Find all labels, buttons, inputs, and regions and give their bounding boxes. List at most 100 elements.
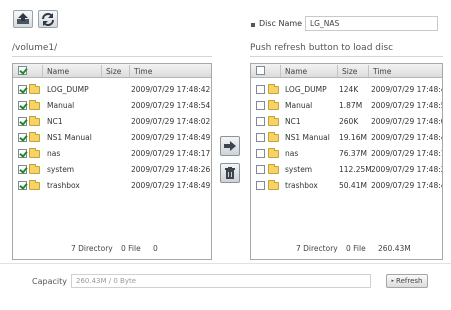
file-time: 2009/07/29 17:48:26 <box>131 165 211 174</box>
file-size: 76.37M <box>339 149 367 158</box>
folder-icon <box>268 84 279 94</box>
file-time: 2009/07/29 17:48:54 <box>371 101 443 110</box>
right-dir-count: 7 Directory <box>296 244 338 253</box>
left-table-header: Name Size Time <box>13 64 211 78</box>
row-checkbox[interactable] <box>18 85 27 94</box>
file-size: 124K <box>339 85 359 94</box>
refresh-bullet-icon: ▸ <box>391 278 395 284</box>
file-time: 2009/07/29 17:48:02 <box>371 117 443 126</box>
file-name: trashbox <box>47 181 80 190</box>
table-row[interactable]: trashbox 50.41M 2009/07/29 17:48:49 <box>251 178 442 193</box>
bottom-divider <box>0 263 451 264</box>
disc-name-label: Disc Name <box>259 19 303 28</box>
file-name: LOG_DUMP <box>285 85 327 94</box>
table-row[interactable]: trashbox 2009/07/29 17:48:49 <box>13 178 211 193</box>
delete-button[interactable] <box>220 163 240 183</box>
left-file-count: 0 File <box>121 244 141 253</box>
copy-to-disc-button[interactable] <box>220 136 240 156</box>
table-row[interactable]: system 2009/07/29 17:48:26 <box>13 162 211 177</box>
right-select-all-checkbox[interactable] <box>256 66 265 75</box>
row-checkbox[interactable] <box>256 85 265 94</box>
file-name: system <box>285 165 313 174</box>
folder-icon <box>268 116 279 126</box>
table-row[interactable]: NS1 Manual 2009/07/29 17:48:49 <box>13 130 211 145</box>
file-size: 19.16M <box>339 133 367 142</box>
left-col-name[interactable]: Name <box>47 67 69 76</box>
trash-icon <box>225 167 235 179</box>
file-name: Manual <box>285 101 313 110</box>
folder-icon <box>268 132 279 142</box>
row-checkbox[interactable] <box>256 133 265 142</box>
table-row[interactable]: Manual 1.87M 2009/07/29 17:48:54 <box>251 98 442 113</box>
row-checkbox[interactable] <box>18 101 27 110</box>
row-checkbox[interactable] <box>18 149 27 158</box>
sync-button[interactable] <box>38 10 58 28</box>
file-size: 112.25M <box>339 165 372 174</box>
table-row[interactable]: nas 76.37M 2009/07/29 17:48:17 <box>251 146 442 161</box>
left-path: /volume1/ <box>12 43 58 53</box>
left-select-all-checkbox[interactable] <box>18 66 27 75</box>
folder-icon <box>29 100 40 110</box>
file-name: NS1 Manual <box>285 133 330 142</box>
folder-icon <box>29 132 40 142</box>
row-checkbox[interactable] <box>256 165 265 174</box>
right-total-size: 260.43M <box>378 244 411 253</box>
right-col-name[interactable]: Name <box>285 67 307 76</box>
file-name: NC1 <box>47 117 63 126</box>
row-checkbox[interactable] <box>256 181 265 190</box>
right-col-time[interactable]: Time <box>373 67 391 76</box>
disc-bullet <box>251 23 255 27</box>
row-checkbox[interactable] <box>18 181 27 190</box>
folder-icon <box>268 148 279 158</box>
file-size: 260K <box>339 117 359 126</box>
capacity-label: Capacity <box>32 277 67 286</box>
table-row[interactable]: NC1 260K 2009/07/29 17:48:02 <box>251 114 442 129</box>
left-col-size[interactable]: Size <box>106 67 121 76</box>
file-time: 2009/07/29 17:48:17 <box>371 149 443 158</box>
table-row[interactable]: NS1 Manual 19.16M 2009/07/29 17:48:49 <box>251 130 442 145</box>
row-checkbox[interactable] <box>18 117 27 126</box>
file-time: 2009/07/29 17:48:49 <box>371 181 443 190</box>
refresh-button[interactable]: ▸ Refresh <box>386 274 428 288</box>
file-size: 50.41M <box>339 181 367 190</box>
folder-icon <box>29 180 40 190</box>
folder-icon <box>268 164 279 174</box>
file-name: Manual <box>47 101 75 110</box>
file-name: system <box>47 165 75 174</box>
right-table-header: Name Size Time <box>251 64 442 78</box>
file-time: 2009/07/29 17:48:02 <box>131 117 211 126</box>
folder-icon <box>29 164 40 174</box>
row-checkbox[interactable] <box>256 101 265 110</box>
row-checkbox[interactable] <box>18 165 27 174</box>
right-col-size[interactable]: Size <box>342 67 357 76</box>
folder-icon <box>29 116 40 126</box>
table-row[interactable]: system 112.25M 2009/07/29 17:48:26 <box>251 162 442 177</box>
file-name: nas <box>285 149 299 158</box>
upload-button[interactable] <box>13 10 33 28</box>
row-checkbox[interactable] <box>256 117 265 126</box>
row-checkbox[interactable] <box>18 133 27 142</box>
row-checkbox[interactable] <box>256 149 265 158</box>
disc-name-input[interactable]: LG_NAS <box>305 16 438 31</box>
file-time: 2009/07/29 17:48:42 <box>371 85 443 94</box>
file-name: trashbox <box>285 181 318 190</box>
upload-icon <box>17 13 29 24</box>
folder-icon <box>29 84 40 94</box>
table-row[interactable]: Manual 2009/07/29 17:48:54 <box>13 98 211 113</box>
right-file-count: 0 File <box>346 244 366 253</box>
right-divider <box>250 56 443 57</box>
folder-icon <box>268 100 279 110</box>
table-row[interactable]: nas 2009/07/29 17:48:17 <box>13 146 211 161</box>
table-row[interactable]: NC1 2009/07/29 17:48:02 <box>13 114 211 129</box>
local-file-panel: Name Size Time LOG_DUMP 2009/07/29 17:48… <box>12 63 212 260</box>
folder-icon <box>268 180 279 190</box>
arrow-right-icon <box>224 141 236 151</box>
table-row[interactable]: LOG_DUMP 124K 2009/07/29 17:48:42 <box>251 82 442 97</box>
file-time: 2009/07/29 17:48:49 <box>131 133 211 142</box>
left-col-time[interactable]: Time <box>134 67 152 76</box>
right-path: Push refresh button to load disc <box>250 43 394 53</box>
file-time: 2009/07/29 17:48:54 <box>131 101 211 110</box>
folder-icon <box>29 148 40 158</box>
file-time: 2009/07/29 17:48:49 <box>371 133 443 142</box>
table-row[interactable]: LOG_DUMP 2009/07/29 17:48:42 <box>13 82 211 97</box>
